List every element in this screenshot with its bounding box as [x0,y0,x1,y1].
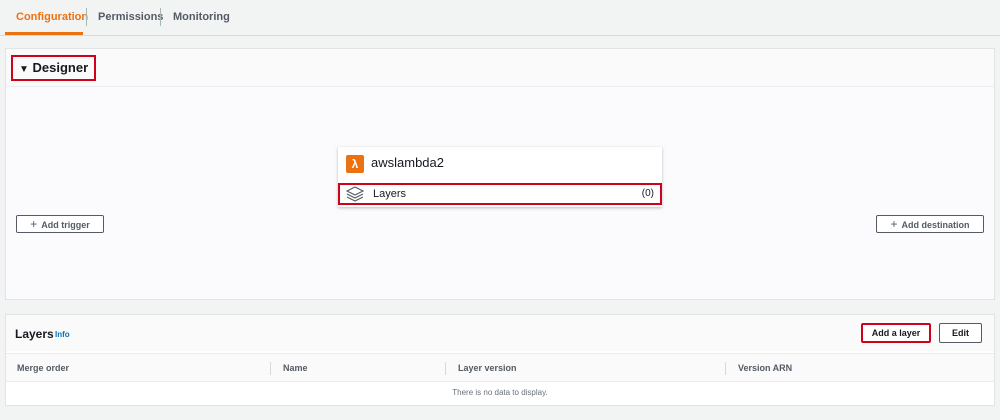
column-divider [270,362,271,375]
plus-icon: + [890,217,898,231]
layers-panel-header: Layers Info Add a layer Edit [6,315,994,351]
column-header-merge-order[interactable]: Merge order [17,363,69,373]
column-header-layer-version[interactable]: Layer version [458,363,517,373]
designer-canvas: λ awslambda2 Layers (0) + Add trigger + Ad… [6,87,994,299]
add-trigger-label: Add trigger [41,220,90,230]
layers-table-header: Merge order Name Layer version Version A… [6,353,994,382]
layers-label: Layers [373,188,407,200]
add-layer-button[interactable]: Add a layer [861,323,931,343]
designer-toggle[interactable]: ▼ Designer [11,55,97,81]
layers-panel: Layers Info Add a layer Edit Merge order… [5,314,995,406]
tab-permissions[interactable]: Permissions [98,0,163,34]
tab-bar: Configuration Permissions Monitoring [0,0,1000,36]
layers-count: (0) [641,188,654,199]
tab-divider [86,8,87,26]
tab-configuration[interactable]: Configuration [16,0,88,34]
layers-icon [346,186,364,202]
tab-monitoring[interactable]: Monitoring [173,0,230,34]
layers-panel-title: Layers [15,327,54,341]
add-trigger-button[interactable]: + Add trigger [16,215,104,233]
designer-panel: ▼ Designer λ awslambda2 Layers (0) + Add … [5,48,995,300]
edit-button[interactable]: Edit [939,323,982,343]
caret-down-icon: ▼ [19,64,29,75]
layers-node[interactable]: Layers (0) [338,183,662,205]
info-link[interactable]: Info [55,330,70,339]
column-header-name[interactable]: Name [283,363,308,373]
column-divider [725,362,726,375]
lambda-icon: λ [346,155,364,173]
function-name: awslambda2 [371,155,444,170]
add-destination-label: Add destination [901,220,970,230]
plus-icon: + [30,217,38,231]
designer-header: ▼ Designer [6,49,994,87]
empty-table-message: There is no data to display. [452,388,548,397]
tab-divider [160,8,161,26]
designer-title: Designer [32,60,89,75]
active-tab-indicator [5,32,83,35]
add-destination-button[interactable]: + Add destination [876,215,984,233]
column-divider [445,362,446,375]
function-card[interactable]: λ awslambda2 Layers (0) [338,147,662,207]
column-header-version-arn[interactable]: Version ARN [738,363,792,373]
